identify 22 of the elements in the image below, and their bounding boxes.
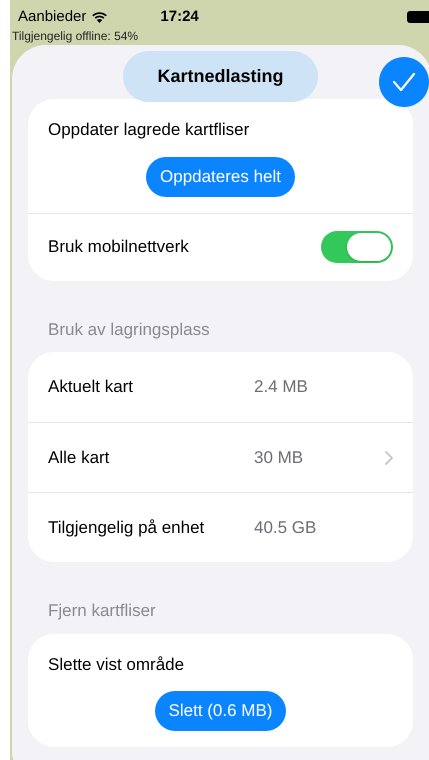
row-label: Oppdater lagrede kartfliser bbox=[48, 119, 250, 141]
battery-icon bbox=[407, 11, 429, 23]
row-value: 40.5 GB bbox=[254, 516, 318, 539]
row-value: 30 MB bbox=[254, 446, 304, 469]
row-label: Aktuelt kart bbox=[48, 376, 134, 398]
section-header: Bruk av lagringsplass bbox=[47, 318, 211, 340]
row-label: Alle kart bbox=[48, 446, 110, 469]
row-label: Tilgjengelig på enhet bbox=[48, 516, 206, 539]
row-value: 2.4 MB bbox=[254, 376, 309, 398]
chevron-icon[interactable] bbox=[385, 450, 393, 464]
checkmark-icon bbox=[392, 72, 416, 92]
wifi-icon bbox=[91, 11, 108, 23]
sheet-title: Kartnedlasting bbox=[123, 50, 318, 102]
row-label: Slette vist område bbox=[48, 654, 186, 676]
status-time: 17:24 bbox=[160, 6, 199, 27]
offline-status-text: Tilgjengelig offline: 54% bbox=[12, 29, 138, 43]
carrier-label: Aanbieder bbox=[18, 6, 86, 27]
section-header: Fjern kartfliser bbox=[47, 600, 157, 622]
action-button[interactable]: Oppdateres helt bbox=[146, 156, 295, 196]
action-button[interactable]: Slett (0.6 MB) bbox=[154, 691, 286, 731]
row-label: Bruk mobilnettverk bbox=[48, 236, 189, 258]
toggle-switch[interactable] bbox=[321, 231, 393, 263]
